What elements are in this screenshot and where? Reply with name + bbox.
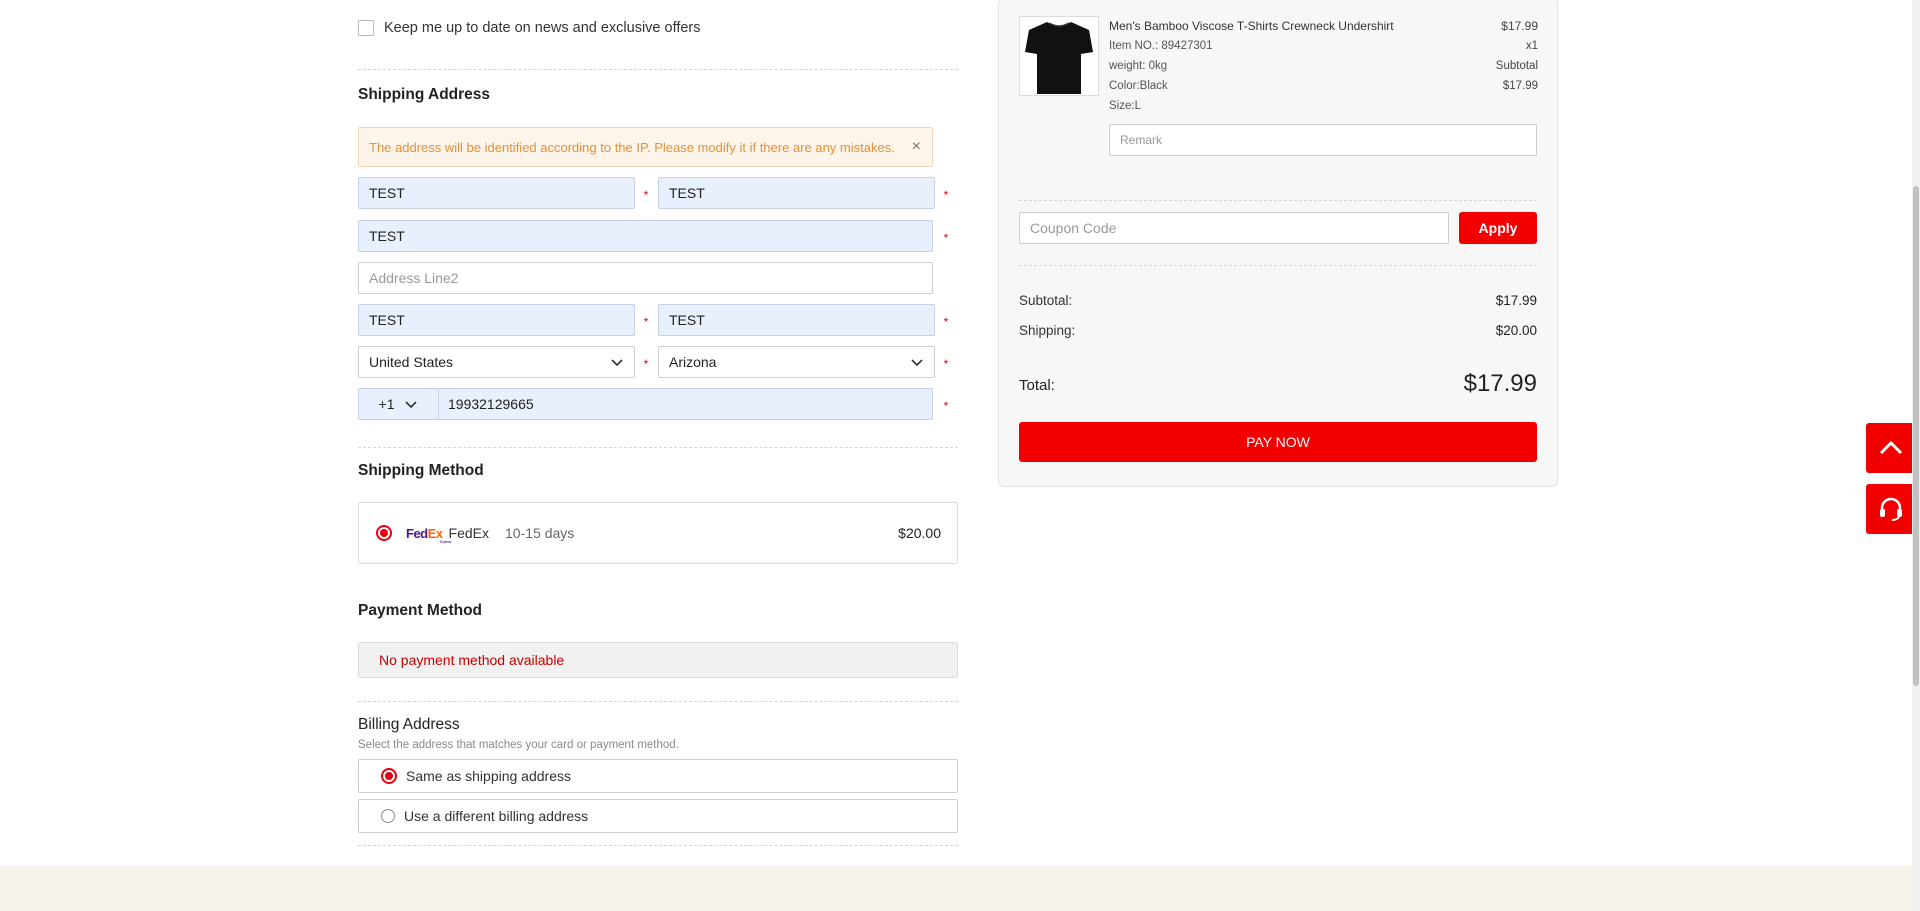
product-weight: weight: 0kg <box>1109 60 1168 72</box>
total-label: Total: <box>1019 377 1055 394</box>
coupon-input[interactable]: Coupon Code <box>1019 212 1449 244</box>
pay-now-button[interactable]: PAY NOW <box>1019 422 1537 462</box>
chevron-down-icon <box>911 359 923 367</box>
delivery-days: 10-15 days <box>505 525 575 541</box>
divider <box>358 69 958 70</box>
product-size: Size:L <box>1109 100 1141 112</box>
newsletter-label: Keep me up to date on news and exclusive… <box>384 20 701 36</box>
country-select[interactable]: United States <box>358 346 635 378</box>
chevron-down-icon <box>405 401 418 409</box>
newsletter-checkbox-row[interactable]: Keep me up to date on news and exclusive… <box>358 20 701 36</box>
product-item-no: Item NO.: 89427301 <box>1109 40 1213 52</box>
first-name-input[interactable]: TEST <box>358 177 635 209</box>
remark-input[interactable]: Remark <box>1109 124 1537 156</box>
billing-option-label: Same as shipping address <box>406 768 571 784</box>
address-line2-input[interactable]: Address Line2 <box>358 262 933 294</box>
billing-option-different[interactable]: Use a different billing address <box>358 799 958 833</box>
divider <box>358 447 958 448</box>
shipping-label: Shipping: <box>1019 323 1076 338</box>
required-mark: * <box>943 231 949 245</box>
radio-unselected-icon[interactable] <box>381 809 395 823</box>
page-footer <box>0 866 1920 911</box>
product-price: $17.99 <box>1501 19 1538 33</box>
address-line1-input[interactable]: TEST <box>358 220 933 252</box>
product-qty: x1 <box>1525 40 1538 52</box>
ip-address-notice: The address will be identified according… <box>358 127 933 167</box>
phone-field: +1 19932129665 <box>358 388 933 420</box>
phone-code-select[interactable]: +1 <box>359 389 439 419</box>
divider <box>358 845 958 846</box>
customer-support-button[interactable] <box>1866 484 1916 534</box>
chevron-up-icon <box>1879 440 1903 455</box>
product-image <box>1019 16 1099 96</box>
required-mark: * <box>943 399 949 413</box>
radio-selected-icon[interactable] <box>381 768 397 784</box>
required-mark: * <box>943 315 949 329</box>
radio-selected-icon[interactable] <box>376 525 392 541</box>
close-icon[interactable]: × <box>912 139 921 155</box>
divider <box>358 701 958 702</box>
notice-text: The address will be identified according… <box>369 139 895 155</box>
state-select[interactable]: Arizona <box>658 346 935 378</box>
back-to-top-button[interactable] <box>1866 423 1916 473</box>
required-mark: * <box>643 188 649 202</box>
scrollbar-thumb[interactable] <box>1913 186 1919 686</box>
total-value: $17.99 <box>1463 370 1537 397</box>
phone-input[interactable]: 19932129665 <box>439 389 932 419</box>
subtotal-value: $17.99 <box>1495 293 1537 308</box>
shipping-value: $20.00 <box>1495 323 1537 338</box>
required-mark: * <box>943 188 949 202</box>
zip-input[interactable]: TEST <box>658 304 935 336</box>
product-subtotal: $17.99 <box>1502 80 1538 92</box>
billing-option-same[interactable]: Same as shipping address <box>358 759 958 793</box>
billing-option-label: Use a different billing address <box>404 808 589 824</box>
shipping-price: $20.00 <box>898 525 941 541</box>
subtotal-label: Subtotal: <box>1019 293 1073 308</box>
divider <box>1019 265 1537 266</box>
tshirt-image <box>1025 22 1093 94</box>
newsletter-checkbox[interactable] <box>358 20 374 36</box>
city-input[interactable]: TEST <box>358 304 635 336</box>
country-value: United States <box>369 354 454 370</box>
phone-code-value: +1 <box>378 396 395 412</box>
payment-method-title: Payment Method <box>358 602 483 619</box>
last-name-input[interactable]: TEST <box>658 177 935 209</box>
fedex-logo: FedEx Express <box>406 525 451 544</box>
required-mark: * <box>643 357 649 371</box>
shipping-option-fedex[interactable]: FedEx Express FedEx 10-15 days $20.00 <box>358 502 958 564</box>
headset-icon <box>1880 497 1902 521</box>
cutoff-text <box>358 0 508 2</box>
apply-coupon-button[interactable]: Apply <box>1459 212 1537 244</box>
payment-empty-message: No payment method available <box>358 642 958 678</box>
billing-address-title: Billing Address <box>358 716 460 733</box>
divider <box>1019 200 1537 201</box>
carrier-name: FedEx <box>448 525 489 541</box>
shipping-method-title: Shipping Method <box>358 462 484 479</box>
shipping-address-title: Shipping Address <box>358 86 491 103</box>
product-title: Men's Bamboo Viscose T-Shirts Crewneck U… <box>1109 19 1394 33</box>
required-mark: * <box>943 357 949 371</box>
required-mark: * <box>643 315 649 329</box>
billing-address-subtitle: Select the address that matches your car… <box>358 739 679 751</box>
product-color: Color:Black <box>1109 80 1168 92</box>
chevron-down-icon <box>611 359 623 367</box>
state-value: Arizona <box>669 354 717 370</box>
product-subtotal-label: Subtotal <box>1495 60 1538 72</box>
